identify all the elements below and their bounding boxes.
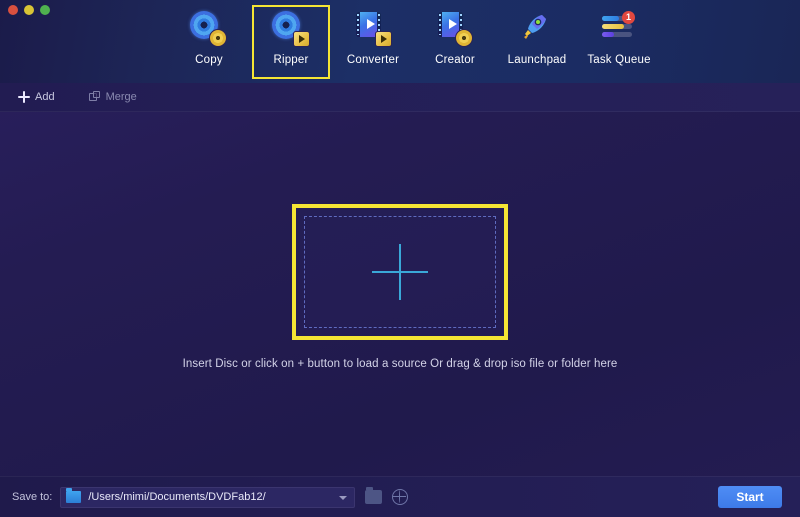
disc-ripper-icon [271,10,311,48]
folder-icon [66,488,82,503]
output-path-field[interactable]: /Users/mimi/Documents/DVDFab12/ [60,486,356,508]
merge-icon [88,91,101,103]
task-queue-badge: 1 [622,11,635,24]
plus-icon [18,91,30,103]
nav-item-ripper[interactable]: Ripper [252,5,330,79]
chevron-down-icon[interactable] [339,495,348,500]
title-bar: Copy Ripper Converter Creator Launchpad … [0,0,800,83]
minimize-window-button[interactable] [24,5,34,15]
nav-label-creator: Creator [435,54,475,66]
nav-label-task-queue: Task Queue [587,54,651,66]
start-button[interactable]: Start [718,486,782,508]
action-toolbar: Add Merge [0,83,800,112]
merge-button-label: Merge [105,91,137,103]
maximize-window-button[interactable] [40,5,50,15]
nav-label-converter: Converter [346,54,400,66]
drop-hint-text: Insert Disc or click on + button to load… [182,358,618,370]
drop-zone-highlight[interactable] [292,204,508,340]
close-window-button[interactable] [8,5,18,15]
nav-item-copy[interactable]: Copy [168,5,250,79]
save-to-label: Save to: [12,491,53,503]
add-source-plus-icon[interactable] [372,244,428,300]
nav-label-copy: Copy [195,54,223,66]
film-creator-icon [435,10,475,48]
drop-zone-dashed-border [304,216,496,328]
nav-item-task-queue[interactable]: 1 Task Queue [578,5,660,79]
film-converter-icon [353,10,393,48]
output-path-value: /Users/mimi/Documents/DVDFab12/ [88,491,266,503]
task-bars-icon: 1 [599,10,639,48]
nav-label-launchpad: Launchpad [507,54,567,66]
disc-copy-icon [189,10,229,48]
browse-folder-button[interactable] [365,487,383,504]
nav-label-ripper: Ripper [273,54,309,66]
add-button[interactable]: Add [12,87,61,107]
dvdfab-window: Copy Ripper Converter Creator Launchpad … [0,0,800,517]
globe-icon-button[interactable] [392,489,409,505]
add-button-label: Add [35,91,55,103]
bottom-bar: Save to: /Users/mimi/Documents/DVDFab12/… [0,476,800,517]
rocket-icon [517,10,557,48]
merge-button[interactable]: Merge [83,87,143,107]
main-navigation: Copy Ripper Converter Creator Launchpad … [168,0,660,83]
nav-item-launchpad[interactable]: Launchpad [496,5,578,79]
nav-item-converter[interactable]: Converter [332,5,414,79]
source-drop-area[interactable] [292,204,508,340]
window-controls [8,5,50,15]
nav-item-creator[interactable]: Creator [414,5,496,79]
